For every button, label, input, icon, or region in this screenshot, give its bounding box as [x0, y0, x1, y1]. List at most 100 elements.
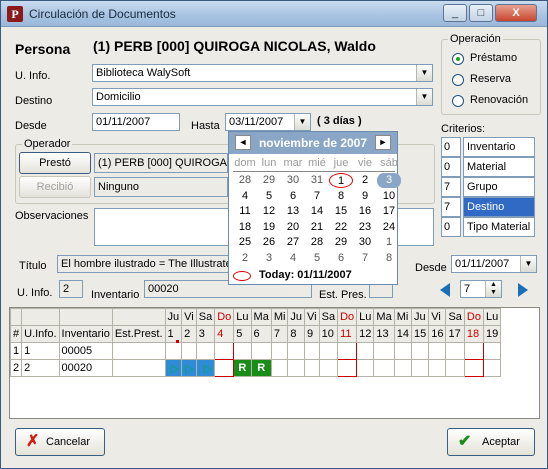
calendar-day[interactable]: 4: [233, 189, 257, 204]
loan-day-cell[interactable]: ▷: [195, 359, 216, 377]
loan-day-cell[interactable]: ▷: [181, 359, 197, 377]
calendar-day[interactable]: 11: [233, 204, 257, 219]
calendar-day[interactable]: 29: [329, 235, 353, 250]
calendar-day[interactable]: 12: [257, 204, 281, 219]
calendar-day[interactable]: 28: [305, 235, 329, 250]
calendar-day[interactable]: 8: [329, 189, 353, 204]
calendar-day[interactable]: 30: [353, 235, 377, 250]
calendar-day[interactable]: 26: [257, 235, 281, 250]
day-cell[interactable]: [270, 342, 289, 360]
calendar-day[interactable]: 31: [305, 173, 329, 188]
renewal-day-cell[interactable]: R: [233, 359, 252, 377]
close-button[interactable]: X: [495, 4, 537, 22]
calendar-day[interactable]: 14: [305, 204, 329, 219]
day-cell[interactable]: [356, 342, 375, 360]
day-cell[interactable]: [318, 359, 339, 377]
chevron-down-icon[interactable]: ▼: [416, 65, 432, 81]
day-cell[interactable]: [445, 342, 465, 360]
calendar-day[interactable]: 16: [353, 204, 377, 219]
calendar-day[interactable]: 5: [305, 251, 329, 266]
next-arrow-button[interactable]: [514, 281, 532, 299]
loan-day-cell[interactable]: ▷: [164, 359, 183, 377]
calendar-day[interactable]: 17: [377, 204, 401, 219]
radio-prestamo[interactable]: [452, 53, 464, 65]
day-cell[interactable]: [304, 359, 320, 377]
radio-renovacion[interactable]: [452, 95, 464, 107]
criterio-tipo-material[interactable]: Tipo Material: [463, 217, 535, 237]
calendar-next-button[interactable]: ►: [375, 135, 391, 150]
calendar-day[interactable]: 21: [305, 220, 329, 235]
calendar-day[interactable]: 23: [353, 220, 377, 235]
day-cell[interactable]: [373, 342, 395, 360]
calendar-day[interactable]: 5: [257, 189, 281, 204]
minimize-button[interactable]: _: [443, 4, 467, 22]
calendar-day[interactable]: 24: [377, 220, 401, 235]
calendar-day[interactable]: 1: [329, 173, 353, 188]
table-row[interactable]: 1 1 00005: [9, 340, 502, 360]
criterio-material[interactable]: Material: [463, 157, 535, 177]
calendar-day[interactable]: 25: [233, 235, 257, 250]
table-row[interactable]: 2 2 00020 ▷ ▷ ▷ R R: [9, 359, 502, 377]
day-cell[interactable]: [214, 342, 235, 360]
uinfo-select[interactable]: Biblioteca WalySoft ▼: [92, 64, 433, 82]
day-cell[interactable]: [393, 342, 412, 360]
day-cell[interactable]: [428, 359, 447, 377]
criterio-grupo[interactable]: Grupo: [463, 177, 535, 197]
calendar-day[interactable]: 7: [305, 189, 329, 204]
day-cell[interactable]: [410, 359, 430, 377]
criterio-destino[interactable]: Destino: [463, 197, 535, 217]
day-cell[interactable]: [233, 342, 252, 360]
calendar-day[interactable]: 15: [329, 204, 353, 219]
grid-desde-field[interactable]: 01/11/2007 ▼: [451, 255, 537, 273]
calendar-day[interactable]: 9: [353, 189, 377, 204]
day-cell[interactable]: [393, 359, 412, 377]
calendar-day[interactable]: 2: [353, 173, 377, 188]
renewal-day-cell[interactable]: R: [250, 359, 272, 377]
weeks-spinner[interactable]: 7 ▲ ▼: [460, 280, 502, 298]
presto-button[interactable]: Prestó: [19, 152, 91, 174]
calendar-prev-button[interactable]: ◄: [235, 135, 251, 150]
prev-arrow-button[interactable]: [436, 281, 454, 299]
calendar-day[interactable]: 10: [377, 189, 401, 204]
criterio-inventario[interactable]: Inventario: [463, 137, 535, 157]
maximize-button[interactable]: □: [469, 4, 493, 22]
calendar-day[interactable]: 19: [257, 220, 281, 235]
recibio-button[interactable]: Recibió: [19, 176, 91, 198]
destino-select[interactable]: Domicilio ▼: [92, 88, 433, 106]
day-cell[interactable]: [250, 342, 272, 360]
day-cell[interactable]: [463, 359, 484, 377]
day-cell[interactable]: [356, 359, 375, 377]
calendar-day[interactable]: 4: [281, 251, 305, 266]
day-cell[interactable]: [445, 359, 465, 377]
cancelar-button[interactable]: ✗ Cancelar: [15, 428, 105, 456]
calendar-day[interactable]: 29: [257, 173, 281, 188]
day-cell[interactable]: [270, 359, 289, 377]
day-cell[interactable]: [195, 342, 216, 360]
hasta-date-field[interactable]: 03/11/2007 ▼: [225, 113, 311, 131]
calendar-day[interactable]: 18: [233, 220, 257, 235]
day-cell[interactable]: [337, 342, 358, 360]
day-cell[interactable]: [373, 359, 395, 377]
calendar-day[interactable]: 30: [281, 173, 305, 188]
aceptar-button[interactable]: ✔ Aceptar: [447, 428, 535, 456]
day-cell[interactable]: [287, 342, 306, 360]
radio-reserva[interactable]: [452, 74, 464, 86]
calendar-day[interactable]: 20: [281, 220, 305, 235]
chevron-down-icon[interactable]: ▼: [294, 114, 310, 130]
spinner-arrows-icon[interactable]: ▲ ▼: [485, 281, 501, 297]
calendar-day[interactable]: 3: [257, 251, 281, 266]
calendar-day[interactable]: 28: [233, 173, 257, 188]
calendar-day[interactable]: 2: [233, 251, 257, 266]
calendar-day[interactable]: 7: [353, 251, 377, 266]
day-cell[interactable]: [164, 340, 183, 360]
day-cell[interactable]: [304, 342, 320, 360]
chevron-down-icon[interactable]: ▼: [520, 256, 536, 272]
day-cell[interactable]: [428, 342, 447, 360]
day-cell[interactable]: [287, 359, 306, 377]
chevron-down-icon[interactable]: ▼: [416, 89, 432, 105]
calendar-today-label[interactable]: Today: 01/11/2007: [259, 269, 352, 281]
day-cell[interactable]: [482, 359, 502, 377]
date-picker-popup[interactable]: ◄ noviembre de 2007 ► dom lun mar mié ju…: [228, 131, 401, 285]
day-cell[interactable]: [318, 342, 339, 360]
calendar-day[interactable]: 27: [281, 235, 305, 250]
